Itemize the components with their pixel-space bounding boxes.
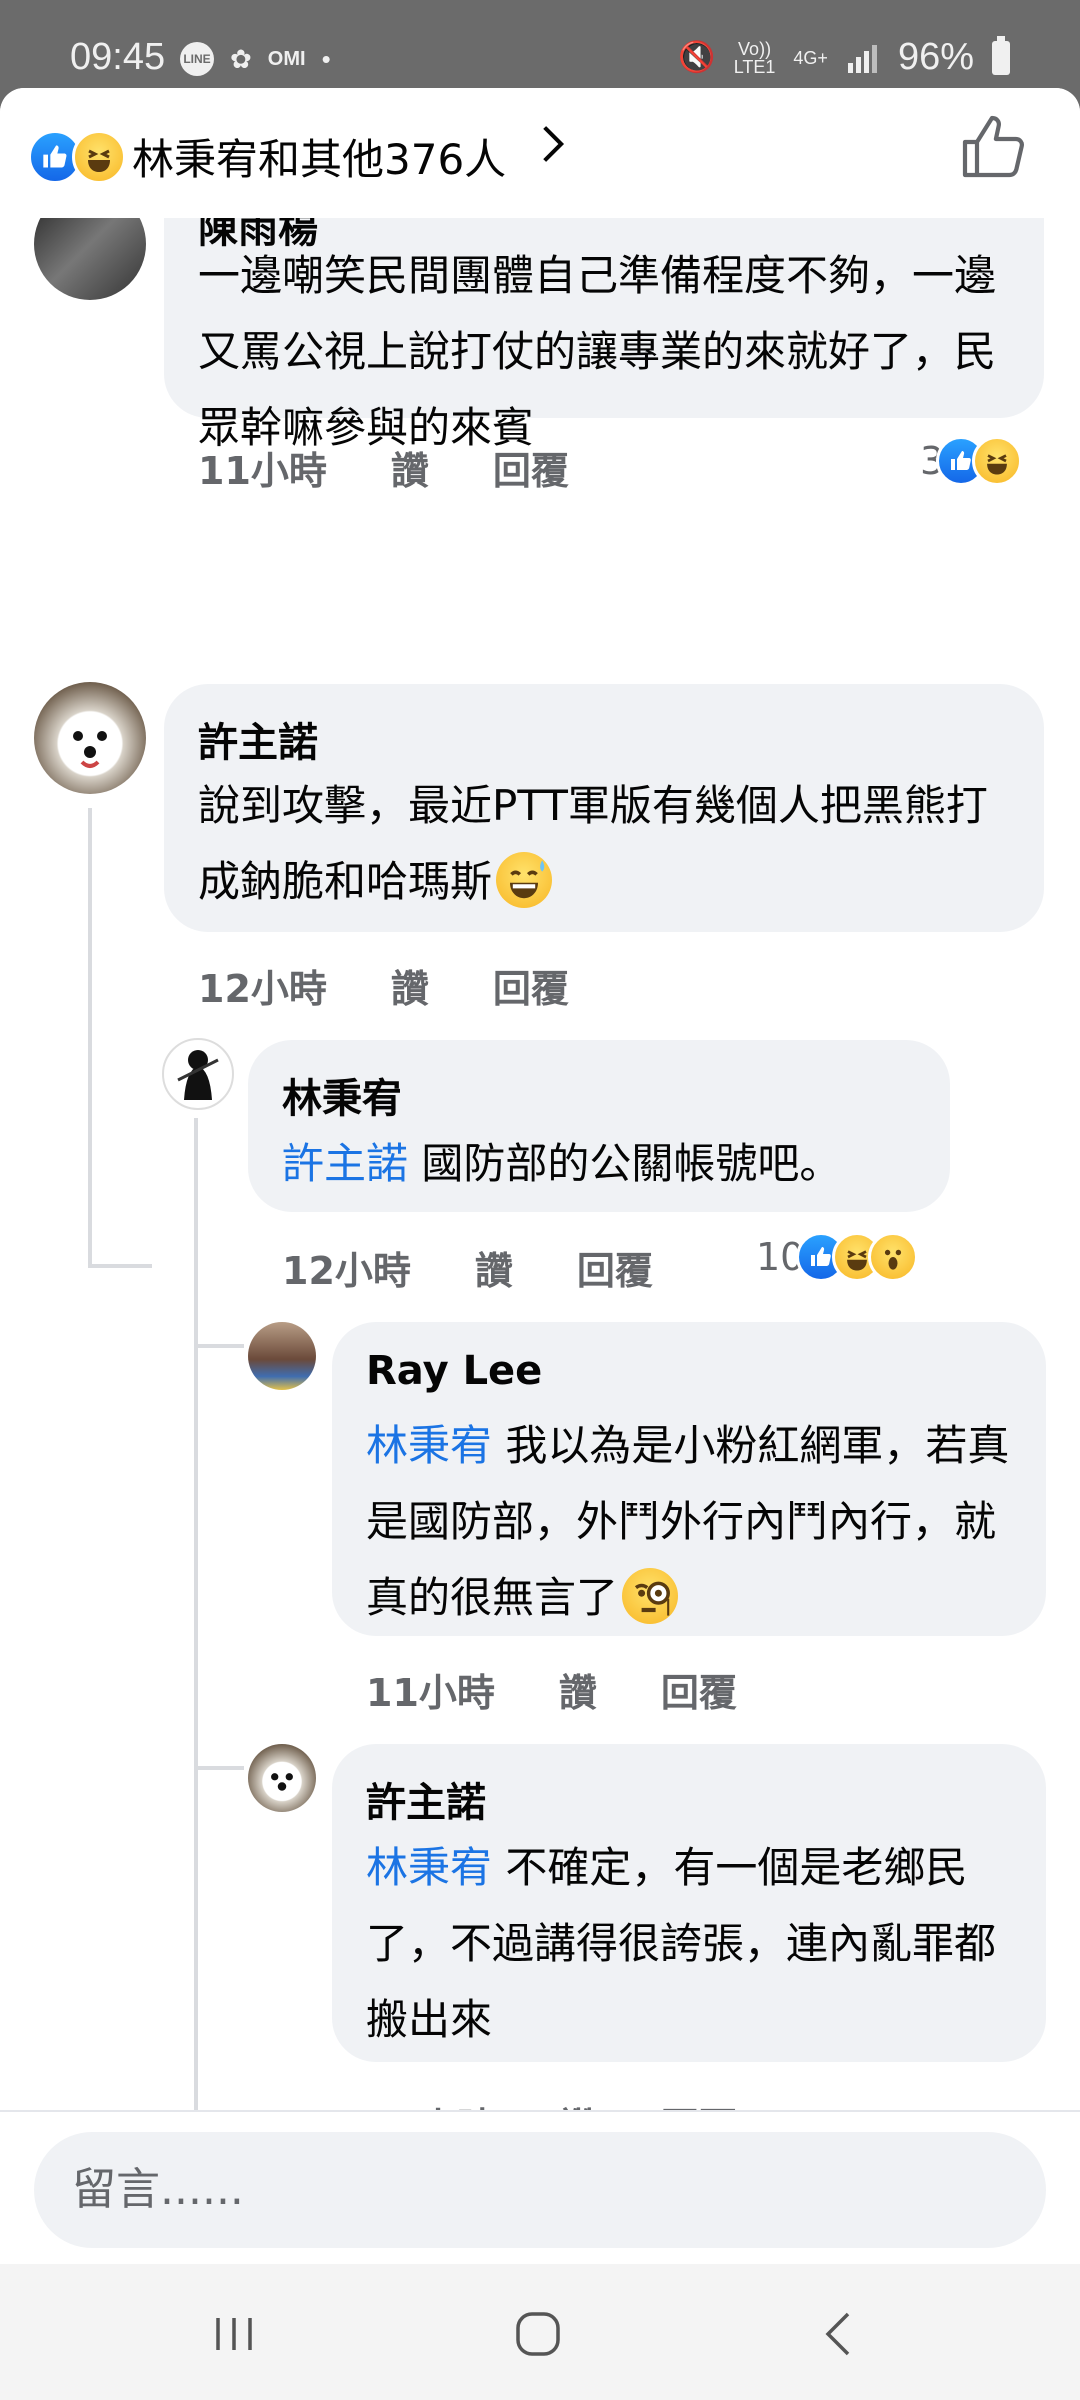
- omi-app-icon: OMI: [267, 47, 306, 70]
- network-indicator: 4G+: [793, 47, 828, 68]
- comment-time[interactable]: 12小時: [282, 1240, 411, 1295]
- comments-sheet: 林秉宥和其他376人 陳雨楊 一邊嘲笑民間團體自己準備程度不夠，一邊又罵公視上說…: [0, 88, 1080, 2264]
- mention-link[interactable]: 許主諾: [282, 1139, 408, 1188]
- comment-meta: 12小時 讚 回覆: [198, 958, 569, 1013]
- status-time: 09:45: [70, 36, 166, 78]
- comment-reactions[interactable]: 3: [920, 436, 1023, 486]
- battery-icon: [992, 35, 1010, 75]
- comment-meta: 12小時 讚 回覆: [282, 1240, 653, 1295]
- home-icon[interactable]: [508, 2304, 568, 2364]
- thread-connector: [194, 1766, 244, 1770]
- comment-bubble: 許主諾 說到攻擊，最近PTT軍版有幾個人把黑熊打成鈉脆和哈瑪斯: [164, 684, 1044, 932]
- comment-text: 林秉宥 不確定，有一個是老鄉民了，不過講得很誇張，連內亂罪都搬出來: [366, 1843, 997, 2044]
- comment-text: 林秉宥 我以為是小粉紅網軍，若真是國防部，外鬥外行內鬥內行，就真的很無言了: [366, 1421, 1010, 1624]
- avatar[interactable]: [162, 1038, 234, 1110]
- comment-time[interactable]: 11小時: [198, 440, 327, 495]
- mention-link[interactable]: 林秉宥: [366, 1421, 492, 1470]
- comment-author[interactable]: 林秉宥: [282, 1066, 402, 1124]
- avatar[interactable]: [248, 1322, 316, 1390]
- reply-link[interactable]: 回覆: [493, 440, 569, 495]
- like-link[interactable]: 讚: [559, 1662, 597, 1717]
- reply-link[interactable]: 回覆: [661, 1662, 737, 1717]
- comment-bubble: 林秉宥 許主諾 國防部的公關帳號吧。: [248, 1040, 950, 1212]
- comment-thread: 陳雨楊 一邊嘲笑民間團體自己準備程度不夠，一邊又罵公視上說打仗的讓專業的來就好了…: [0, 218, 1080, 2198]
- reactors-summary[interactable]: 林秉宥和其他376人: [132, 126, 506, 187]
- monocle-face-emoji-icon: [622, 1568, 679, 1624]
- thread-connector: [88, 1264, 152, 1268]
- comment-bubble: 陳雨楊 一邊嘲笑民間團體自己準備程度不夠，一邊又罵公視上說打仗的讓專業的來就好了…: [164, 218, 1044, 452]
- volte-indicator: Vo)) LTE1: [733, 38, 776, 77]
- status-bar: 09:45 LINE ✿ OMI • 🔇 Vo)) LTE1 4G+ 96%: [0, 0, 1080, 90]
- like-link[interactable]: 讚: [391, 958, 429, 1013]
- reply-link[interactable]: 回覆: [493, 958, 569, 1013]
- comment-reactions[interactable]: 10: [756, 1232, 919, 1282]
- pinwheel-app-icon: ✿: [230, 43, 252, 74]
- avatar[interactable]: [34, 682, 146, 794]
- haha-reaction-icon: [972, 436, 1023, 486]
- comment-text: 許主諾 國防部的公關帳號吧。: [282, 1139, 842, 1188]
- comment-meta: 11小時 讚 回覆: [198, 440, 569, 495]
- comment-text: 說到攻擊，最近PTT軍版有幾個人把黑熊打成鈉脆和哈瑪斯: [198, 781, 988, 908]
- battery-percent: 96%: [897, 36, 974, 78]
- status-app-icons: LINE ✿ OMI •: [180, 42, 331, 76]
- line-app-icon: LINE: [180, 42, 214, 76]
- comment-meta: 11小時 讚 回覆: [366, 1662, 737, 1717]
- reply-link[interactable]: 回覆: [577, 1240, 653, 1295]
- thread-connector: [194, 1118, 198, 2198]
- chevron-right-icon[interactable]: [530, 122, 574, 166]
- thread-connector: [88, 808, 92, 1268]
- like-link[interactable]: 讚: [475, 1240, 513, 1295]
- wow-reaction-icon: [868, 1232, 919, 1282]
- avatar[interactable]: [34, 218, 146, 300]
- grinning-sweat-emoji-icon: [496, 852, 553, 908]
- thread-connector: [194, 1344, 244, 1348]
- status-dot: •: [321, 43, 331, 74]
- mute-icon: 🔇: [678, 41, 716, 74]
- comment-author[interactable]: 許主諾: [198, 710, 318, 768]
- comment-input[interactable]: 留言......: [34, 2132, 1046, 2248]
- comment-time[interactable]: 11小時: [366, 1662, 495, 1717]
- comment-composer: 留言......: [0, 2110, 1080, 2262]
- comment-bubble: 許主諾 林秉宥 不確定，有一個是老鄉民了，不過講得很誇張，連內亂罪都搬出來: [332, 1744, 1046, 2062]
- comment-author[interactable]: 許主諾: [366, 1770, 486, 1828]
- thumbs-up-icon[interactable]: [956, 112, 1028, 184]
- back-icon[interactable]: [810, 2304, 870, 2364]
- comment-author[interactable]: Ray Lee: [366, 1348, 542, 1394]
- status-right: 🔇 Vo)) LTE1 4G+ 96%: [678, 35, 1010, 79]
- reactions-header[interactable]: 林秉宥和其他376人: [0, 88, 1080, 218]
- haha-reaction-icon: [72, 130, 126, 184]
- system-nav-bar: [0, 2264, 1080, 2400]
- mention-link[interactable]: 林秉宥: [366, 1843, 492, 1892]
- comment-bubble: Ray Lee 林秉宥 我以為是小粉紅網軍，若真是國防部，外鬥外行內鬥內行，就真…: [332, 1322, 1046, 1636]
- comment-text: 一邊嘲笑民間團體自己準備程度不夠，一邊又罵公視上說打仗的讓專業的來就好了，民眾幹…: [198, 251, 997, 452]
- comment-time[interactable]: 12小時: [198, 958, 327, 1013]
- like-link[interactable]: 讚: [391, 440, 429, 495]
- recent-apps-icon[interactable]: [204, 2304, 264, 2364]
- signal-icon: [847, 44, 877, 73]
- avatar[interactable]: [248, 1744, 316, 1812]
